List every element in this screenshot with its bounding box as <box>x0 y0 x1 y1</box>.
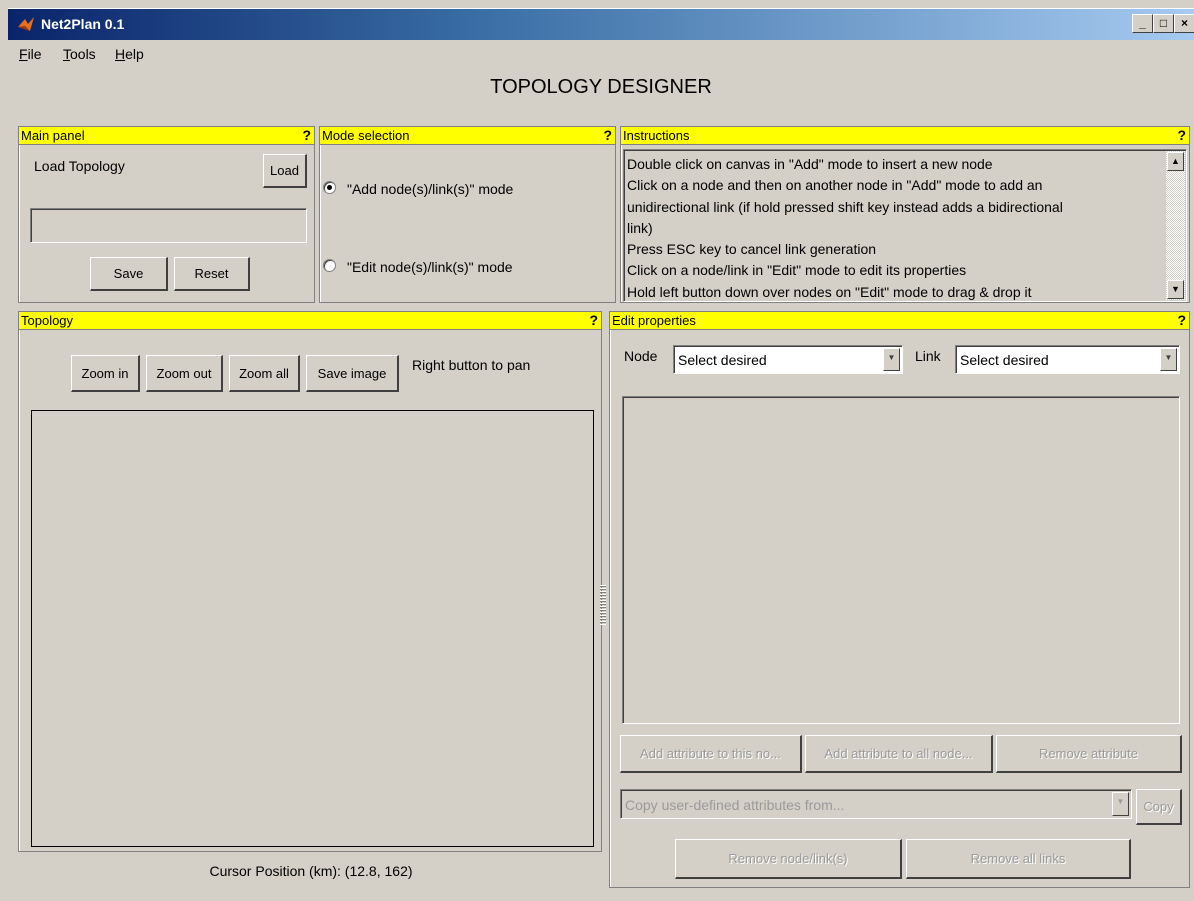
reset-button[interactable]: Reset <box>174 257 250 291</box>
close-button[interactable]: × <box>1174 14 1194 33</box>
node-label: Node <box>624 348 658 364</box>
mode-selection-title: Mode selection <box>322 128 410 143</box>
instructions-header: Instructions ? <box>621 127 1189 145</box>
load-topology-label: Load Topology <box>34 158 125 174</box>
topology-path-field[interactable] <box>30 208 307 243</box>
instructions-title: Instructions <box>623 128 690 143</box>
help-icon[interactable]: ? <box>589 312 598 329</box>
remove-node-link-button[interactable]: Remove node/link(s) <box>675 839 902 879</box>
pan-hint: Right button to pan <box>412 357 531 373</box>
scroll-up-icon[interactable]: ▲ <box>1167 152 1184 171</box>
cursor-position: Cursor Position (km): (12.8, 162) <box>209 863 413 879</box>
link-select[interactable]: Select desired ▼ <box>955 345 1180 374</box>
mode-selection-header: Mode selection ? <box>320 127 615 145</box>
instructions-scrollbar[interactable]: ▲ ▼ <box>1166 151 1185 300</box>
minimize-button[interactable]: _ <box>1132 14 1153 33</box>
topology-header: Topology ? <box>19 312 601 330</box>
chevron-down-icon[interactable]: ▼ <box>883 348 900 371</box>
load-button[interactable]: Load <box>263 154 307 188</box>
scroll-down-icon[interactable]: ▼ <box>1167 280 1184 299</box>
link-select-value: Select desired <box>960 352 1049 368</box>
zoom-in-button[interactable]: Zoom in <box>71 355 140 392</box>
main-panel-header: Main panel ? <box>19 127 314 145</box>
instruction-line: Hold left button down over nodes on "Edi… <box>627 283 1032 300</box>
instructions-text: Double click on canvas in "Add" mode to … <box>627 154 1157 301</box>
add-attribute-all-nodes-button[interactable]: Add attribute to all node... <box>805 735 993 773</box>
copy-attributes-select[interactable]: Copy user-defined attributes from... ▼ <box>620 789 1132 819</box>
save-button[interactable]: Save <box>90 257 168 291</box>
instruction-line: Click on a node/link in "Edit" mode to e… <box>627 262 967 279</box>
instruction-line: Double click on canvas in "Add" mode to … <box>627 156 993 172</box>
remove-all-links-button[interactable]: Remove all links <box>906 839 1131 879</box>
copy-attributes-value: Copy user-defined attributes from... <box>625 797 845 813</box>
menu-bar: File Tools Help <box>8 40 1194 68</box>
instruction-line: Click on a node and then on another node… <box>627 177 1043 194</box>
node-select[interactable]: Select desired ▼ <box>673 345 903 374</box>
instructions-textbox[interactable]: Double click on canvas in "Add" mode to … <box>623 149 1187 302</box>
instruction-line: Press ESC key to cancel link generation <box>627 241 877 258</box>
add-mode-radio[interactable] <box>323 181 336 194</box>
save-image-button[interactable]: Save image <box>306 355 399 392</box>
node-select-value: Select desired <box>678 352 767 368</box>
help-icon[interactable]: ? <box>1177 312 1186 329</box>
help-icon[interactable]: ? <box>603 127 612 144</box>
menu-tools[interactable]: Tools <box>63 46 96 62</box>
menu-help[interactable]: Help <box>115 46 144 62</box>
main-panel: Main panel ? Load Topology Load Save Res… <box>18 126 315 303</box>
help-icon[interactable]: ? <box>1177 127 1186 144</box>
link-label: Link <box>915 348 941 364</box>
maximize-button[interactable]: □ <box>1153 14 1174 33</box>
help-icon[interactable]: ? <box>302 127 311 144</box>
edit-properties-panel: Edit properties ? Node Select desired ▼ … <box>609 311 1190 888</box>
instruction-line: link) <box>627 219 653 236</box>
edit-properties-title: Edit properties <box>612 313 696 328</box>
copy-button[interactable]: Copy <box>1136 789 1182 825</box>
main-panel-title: Main panel <box>21 128 85 143</box>
edit-mode-label[interactable]: "Edit node(s)/link(s)" mode <box>347 259 513 275</box>
menu-file[interactable]: File <box>19 46 42 62</box>
zoom-out-button[interactable]: Zoom out <box>146 355 223 392</box>
chevron-down-icon[interactable]: ▼ <box>1160 348 1177 371</box>
zoom-all-button[interactable]: Zoom all <box>229 355 300 392</box>
topology-title: Topology <box>21 313 74 328</box>
window-title: Net2Plan 0.1 <box>41 16 125 32</box>
topology-panel: Topology ? Zoom in Zoom out Zoom all Sav… <box>18 311 602 879</box>
add-attribute-this-node-button[interactable]: Add attribute to this no... <box>620 735 802 773</box>
chevron-down-icon[interactable]: ▼ <box>1112 792 1129 816</box>
add-mode-label[interactable]: "Add node(s)/link(s)" mode <box>347 181 513 197</box>
edit-mode-radio[interactable] <box>323 259 336 272</box>
radio-selected-dot <box>327 185 332 190</box>
edit-properties-header: Edit properties ? <box>610 312 1189 330</box>
mode-selection-panel: Mode selection ? "Add node(s)/link(s)" m… <box>319 126 616 303</box>
title-bar: Net2Plan 0.1 _ □ × <box>8 8 1194 40</box>
splitter-handle[interactable] <box>600 585 606 625</box>
instructions-panel: Instructions ? Double click on canvas in… <box>620 126 1190 303</box>
properties-table[interactable] <box>622 396 1180 724</box>
instruction-line: unidirectional link (if hold pressed shi… <box>627 198 1063 215</box>
topology-canvas[interactable] <box>31 410 594 847</box>
app-title: TOPOLOGY DESIGNER <box>490 76 712 98</box>
remove-attribute-button[interactable]: Remove attribute <box>996 735 1182 773</box>
matlab-logo-icon <box>18 17 34 31</box>
